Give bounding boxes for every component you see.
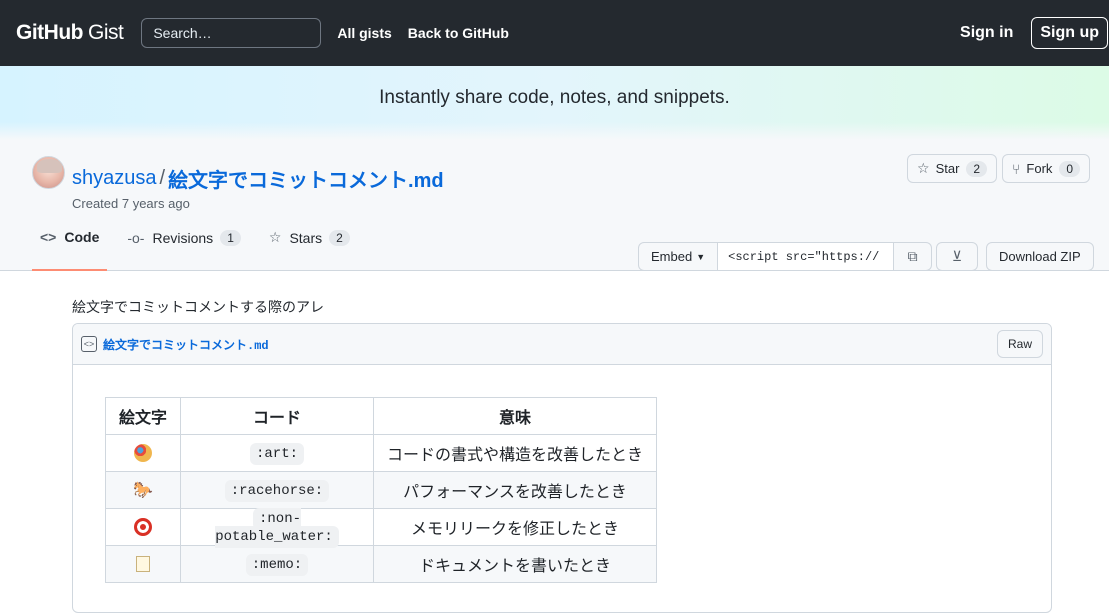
code-cell: :art: <box>180 434 374 472</box>
star-icon: ☆ <box>917 160 930 176</box>
gist-tabs: <> Code -o- Revisions 1 ☆ Stars 2 <box>32 204 370 271</box>
meaning-cell: パフォーマンスを改善したとき <box>373 471 657 509</box>
embed-label: Embed <box>651 249 693 264</box>
emoji-code: :non-potable_water: <box>215 508 339 548</box>
copy-button[interactable]: ⧉ <box>894 242 933 271</box>
open-desktop-button[interactable]: ⊻ <box>936 242 978 271</box>
code-cell: :memo: <box>180 545 374 583</box>
gist-title: shyazusa / 絵文字でコミットコメント.md <box>72 164 444 193</box>
tab-revisions-label: Revisions <box>152 229 214 246</box>
embed-url-input[interactable] <box>718 242 895 271</box>
code-cell: :non-potable_water: <box>180 508 374 548</box>
nav-all-gists[interactable]: All gists <box>337 25 391 41</box>
fork-label: Fork <box>1026 161 1053 176</box>
column-header: 意味 <box>373 397 657 435</box>
non-potable-water-icon <box>134 517 152 536</box>
meaning-cell: メモリリークを修正したとき <box>373 508 657 546</box>
logo-gist-text[interactable]: Gist <box>88 21 124 45</box>
file-name-link[interactable]: 絵文字でコミットコメント.md <box>103 336 269 353</box>
fork-count: 0 <box>1059 160 1081 177</box>
download-zip-button[interactable]: Download ZIP <box>986 242 1094 271</box>
star-count: 2 <box>966 160 988 177</box>
file-code-icon: <> <box>81 336 97 352</box>
star-button[interactable]: ☆ Star 2 <box>907 154 998 183</box>
emoji-table: 絵文字 コード 意味 :art: コードの書式や構造を改善したとき 🐎 :rac… <box>105 397 657 583</box>
tab-revisions[interactable]: -o- Revisions 1 <box>119 204 249 271</box>
owner-link[interactable]: shyazusa <box>72 167 157 190</box>
tab-stars-label: Stars <box>289 229 323 246</box>
search-input[interactable] <box>141 18 322 48</box>
star-icon: ☆ <box>268 229 282 245</box>
logo-github-text[interactable]: GitHub <box>16 21 83 45</box>
fork-button[interactable]: ⑂ Fork 0 <box>1002 154 1091 183</box>
meaning-cell: コードの書式や構造を改善したとき <box>373 434 657 472</box>
star-label: Star <box>935 161 960 176</box>
table-row: :memo: ドキュメントを書いたとき <box>105 545 657 583</box>
github-gist-logo[interactable]: GitHub Gist <box>16 21 124 45</box>
table-row: :art: コードの書式や構造を改善したとき <box>105 434 657 472</box>
top-navbar: GitHub Gist All gists Back to GitHub Sig… <box>0 0 1109 66</box>
banner-text: Instantly share code, notes, and snippet… <box>379 87 730 108</box>
tab-stars[interactable]: ☆ Stars 2 <box>261 204 358 271</box>
emoji-cell: 🐎 <box>105 471 181 509</box>
gist-header: shyazusa / 絵文字でコミットコメント.md Created 7 yea… <box>0 140 1109 271</box>
emoji-code: :memo: <box>245 554 309 576</box>
emoji-cell <box>105 508 181 546</box>
raw-button[interactable]: Raw <box>996 330 1043 358</box>
emoji-cell <box>105 545 181 583</box>
racehorse-icon: 🐎 <box>133 482 153 499</box>
commit-icon: -o- <box>127 229 145 246</box>
revisions-count: 1 <box>220 229 241 246</box>
table-header-row: 絵文字 コード 意味 <box>105 397 657 435</box>
fork-icon: ⑂ <box>1012 160 1021 177</box>
art-icon <box>134 443 152 462</box>
file-body: 絵文字 コード 意味 :art: コードの書式や構造を改善したとき 🐎 :rac… <box>73 365 1051 612</box>
table-row: :non-potable_water: メモリリークを修正したとき <box>105 508 657 548</box>
file-header: <> 絵文字でコミットコメント.md Raw <box>73 324 1051 365</box>
promo-banner: Instantly share code, notes, and snippet… <box>0 66 1109 140</box>
table-row: 🐎 :racehorse: パフォーマンスを改善したとき <box>105 471 657 509</box>
tab-code-label: Code <box>64 228 100 245</box>
desktop-download-icon: ⊻ <box>951 248 963 264</box>
memo-icon <box>136 555 150 572</box>
column-header: 絵文字 <box>105 397 181 435</box>
gist-filename-link[interactable]: 絵文字でコミットコメント.md <box>168 164 444 193</box>
file-box: <> 絵文字でコミットコメント.md Raw 絵文字 コード 意味 :art: <box>72 323 1052 613</box>
embed-dropdown[interactable]: Embed ▼ <box>638 242 719 271</box>
code-icon: <> <box>40 228 57 245</box>
sign-up-button[interactable]: Sign up <box>1031 17 1108 49</box>
code-cell: :racehorse: <box>180 471 374 509</box>
gist-content: 絵文字でコミットコメントする際のアレ <> 絵文字でコミットコメント.md Ra… <box>72 297 1052 613</box>
copy-icon: ⧉ <box>907 248 918 264</box>
emoji-code: :art: <box>249 443 304 465</box>
title-separator: / <box>159 167 166 189</box>
tab-code[interactable]: <> Code <box>32 204 108 271</box>
chevron-down-icon: ▼ <box>696 251 706 262</box>
meaning-cell: ドキュメントを書いたとき <box>373 545 657 583</box>
column-header: コード <box>180 397 374 435</box>
avatar[interactable] <box>32 156 65 189</box>
nav-back-to-github[interactable]: Back to GitHub <box>408 25 509 41</box>
stars-count: 2 <box>329 229 350 246</box>
gist-description: 絵文字でコミットコメントする際のアレ <box>72 299 324 315</box>
sign-in-link[interactable]: Sign in <box>960 24 1013 42</box>
emoji-code: :racehorse: <box>224 480 330 502</box>
embed-group: Embed ▼ ⧉ <box>638 242 933 271</box>
emoji-cell <box>105 434 181 472</box>
